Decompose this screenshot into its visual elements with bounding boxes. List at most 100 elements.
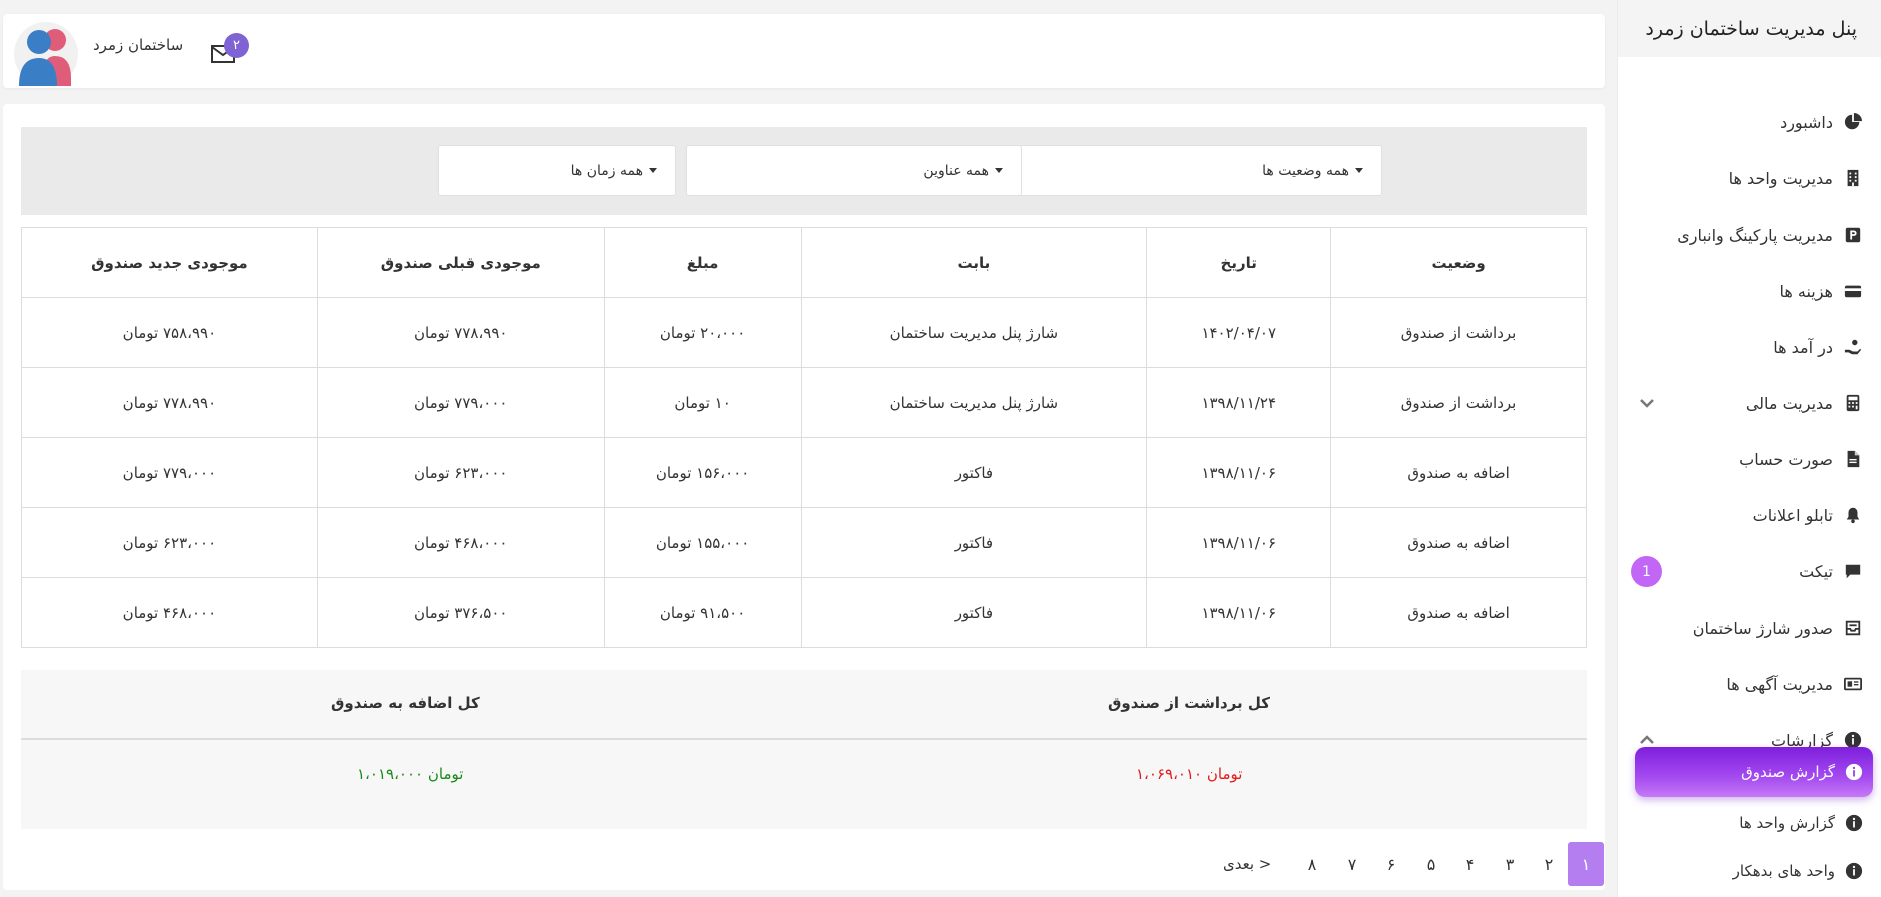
page-1[interactable]: ۱ bbox=[1568, 842, 1604, 886]
page-8[interactable]: ۸ bbox=[1294, 842, 1330, 886]
sidebar-item-label: تابلو اعلانات bbox=[1752, 505, 1833, 525]
sidebar-item-invoice[interactable]: صورت حساب bbox=[1617, 439, 1881, 479]
sidebar-subitem-unit-report[interactable]: گزارش واحد ها bbox=[1635, 803, 1873, 843]
title-filter-select[interactable]: همه عناوین bbox=[686, 145, 1022, 196]
subject-cell: فاکتور bbox=[800, 437, 1148, 508]
prev-balance-cell: ۴۶۸،۰۰۰ تومان bbox=[316, 507, 605, 578]
sidebar-subitem-fund-report[interactable]: گزارش صندوق bbox=[1635, 747, 1873, 797]
date-cell: ۱۳۹۸/۱۱/۰۶ bbox=[1146, 507, 1332, 578]
total-deposit-label: کل اضافه به صندوق bbox=[331, 694, 480, 712]
sidebar-item-label: در آمد ها bbox=[1773, 337, 1833, 357]
avatar[interactable] bbox=[13, 20, 79, 88]
sidebar-item-label: مدیریت آگهی ها bbox=[1726, 674, 1833, 694]
calculator-icon bbox=[1843, 393, 1863, 413]
sidebar-item-label: تیکت bbox=[1799, 561, 1833, 581]
time-filter-select[interactable]: همه زمان ها bbox=[438, 145, 676, 196]
col-date: تاریخ bbox=[1146, 227, 1332, 298]
page-5[interactable]: ۵ bbox=[1413, 842, 1449, 886]
ticket-count-badge: 1 bbox=[1631, 556, 1662, 587]
status-filter-value: همه وضعیت ها bbox=[1262, 162, 1349, 179]
sidebar-item-dashboard[interactable]: داشبورد bbox=[1617, 102, 1881, 142]
info-icon bbox=[1845, 862, 1863, 880]
sidebar-item-ads[interactable]: مدیریت آگهی ها bbox=[1617, 664, 1881, 704]
total-deposit-value: ۱،۰۱۹،۰۰۰ تومان bbox=[357, 765, 464, 783]
sidebar: پنل مدیریت ساختمان زمرد داشبورد مدیریت و… bbox=[1617, 0, 1881, 897]
sidebar-item-label: مدیریت مالی bbox=[1745, 393, 1833, 413]
table-row: برداشت از صندوق ۱۴۰۲/۰۴/۰۷ شارژ پنل مدیر… bbox=[21, 297, 1587, 368]
sidebar-item-expenses[interactable]: هزینه ها bbox=[1617, 271, 1881, 311]
sidebar-item-units[interactable]: مدیریت واحد ها bbox=[1617, 158, 1881, 198]
sidebar-item-label: صدور شارژ ساختمان bbox=[1692, 618, 1833, 638]
status-cell: اضافه به صندوق bbox=[1330, 437, 1587, 508]
new-balance-cell: ۶۲۳،۰۰۰ تومان bbox=[21, 507, 318, 578]
sidebar-item-label: مدیریت واحد ها bbox=[1728, 168, 1833, 188]
inbox-icon bbox=[1843, 618, 1863, 638]
caret-down-icon bbox=[995, 168, 1003, 173]
total-withdraw-label: کل برداشت از صندوق bbox=[1108, 694, 1271, 712]
new-balance-cell: ۴۶۸،۰۰۰ تومان bbox=[21, 577, 318, 648]
sidebar-item-label: مدیریت پارکینگ وانباری bbox=[1677, 225, 1833, 245]
title-filter-value: همه عناوین bbox=[923, 162, 989, 179]
sidebar-item-notices[interactable]: تابلو اعلانات bbox=[1617, 495, 1881, 535]
totals-panel: کل برداشت از صندوق کل اضافه به صندوق ۱،۰… bbox=[21, 670, 1587, 829]
date-cell: ۱۳۹۸/۱۱/۰۶ bbox=[1146, 437, 1332, 508]
fund-report-card: همه وضعیت ها همه عناوین همه زمان ها وضعی… bbox=[3, 104, 1605, 890]
date-cell: ۱۳۹۸/۱۱/۲۴ bbox=[1146, 367, 1332, 438]
col-amount: مبلغ bbox=[603, 227, 802, 298]
sidebar-item-parking[interactable]: مدیریت پارکینگ وانباری bbox=[1617, 215, 1881, 255]
parking-icon bbox=[1843, 225, 1863, 245]
amount-cell: ۹۱،۵۰۰ تومان bbox=[603, 577, 802, 648]
transactions-table: وضعیت تاریخ بابت مبلغ موجودی قبلی صندوق … bbox=[21, 227, 1587, 648]
user-name: ساختمان زمرد bbox=[93, 36, 184, 54]
next-page-button[interactable]: بعدی > bbox=[1223, 842, 1271, 886]
prev-balance-cell: ۳۷۶،۵۰۰ تومان bbox=[316, 577, 605, 648]
page-7[interactable]: ۷ bbox=[1334, 842, 1370, 886]
col-status: وضعیت bbox=[1330, 227, 1587, 298]
table-row: اضافه به صندوق ۱۳۹۸/۱۱/۰۶ فاکتور ۱۵۶،۰۰۰… bbox=[21, 437, 1587, 508]
caret-down-icon bbox=[1355, 168, 1363, 173]
page-6[interactable]: ۶ bbox=[1373, 842, 1409, 886]
table-row: اضافه به صندوق ۱۳۹۸/۱۱/۰۶ فاکتور ۱۵۵،۰۰۰… bbox=[21, 507, 1587, 578]
status-cell: برداشت از صندوق bbox=[1330, 367, 1587, 438]
sidebar-item-label: واحد های بدهکار bbox=[1732, 862, 1835, 880]
new-balance-cell: ۷۵۸،۹۹۰ تومان bbox=[21, 297, 318, 368]
status-filter-select[interactable]: همه وضعیت ها bbox=[1013, 145, 1382, 196]
prev-balance-cell: ۷۷۸،۹۹۰ تومان bbox=[316, 297, 605, 368]
caret-down-icon bbox=[649, 168, 657, 173]
credit-card-icon bbox=[1843, 281, 1863, 301]
prev-balance-cell: ۶۲۳،۰۰۰ تومان bbox=[316, 437, 605, 508]
info-icon bbox=[1845, 814, 1863, 832]
col-new-balance: موجودی جدید صندوق bbox=[21, 227, 318, 298]
col-subject: بابت bbox=[800, 227, 1148, 298]
page-3[interactable]: ۳ bbox=[1492, 842, 1528, 886]
sidebar-item-label: داشبورد bbox=[1780, 112, 1833, 132]
pie-chart-icon bbox=[1843, 112, 1863, 132]
sidebar-item-financial[interactable]: مدیریت مالی bbox=[1617, 383, 1881, 423]
sidebar-item-ticket[interactable]: تیکت 1 bbox=[1617, 551, 1881, 591]
sidebar-item-label: هزینه ها bbox=[1779, 281, 1833, 301]
hand-coin-icon bbox=[1843, 337, 1863, 357]
chevron-down-icon[interactable] bbox=[1637, 393, 1657, 413]
subject-cell: فاکتور bbox=[800, 507, 1148, 578]
table-row: اضافه به صندوق ۱۳۹۸/۱۱/۰۶ فاکتور ۹۱،۵۰۰ … bbox=[21, 577, 1587, 648]
prev-balance-cell: ۷۷۹،۰۰۰ تومان bbox=[316, 367, 605, 438]
sidebar-item-label: صورت حساب bbox=[1739, 449, 1833, 469]
status-cell: اضافه به صندوق bbox=[1330, 577, 1587, 648]
table-header-row: وضعیت تاریخ بابت مبلغ موجودی قبلی صندوق … bbox=[21, 227, 1587, 298]
building-icon bbox=[1843, 168, 1863, 188]
amount-cell: ۲۰،۰۰۰ تومان bbox=[603, 297, 802, 368]
sidebar-subitem-debtors[interactable]: واحد های بدهکار bbox=[1635, 851, 1873, 891]
subject-cell: فاکتور bbox=[800, 577, 1148, 648]
page-4[interactable]: ۴ bbox=[1452, 842, 1488, 886]
new-balance-cell: ۷۷۸،۹۹۰ تومان bbox=[21, 367, 318, 438]
time-filter-value: همه زمان ها bbox=[570, 162, 643, 179]
page-2[interactable]: ۲ bbox=[1531, 842, 1567, 886]
chat-icon bbox=[1843, 561, 1863, 581]
info-icon bbox=[1845, 763, 1863, 781]
col-prev-balance: موجودی قبلی صندوق bbox=[316, 227, 605, 298]
sidebar-item-charge[interactable]: صدور شارژ ساختمان bbox=[1617, 608, 1881, 648]
sidebar-item-income[interactable]: در آمد ها bbox=[1617, 327, 1881, 367]
subject-cell: شارژ پنل مدیریت ساختمان bbox=[800, 367, 1148, 438]
amount-cell: ۱۰ تومان bbox=[603, 367, 802, 438]
status-cell: برداشت از صندوق bbox=[1330, 297, 1587, 368]
